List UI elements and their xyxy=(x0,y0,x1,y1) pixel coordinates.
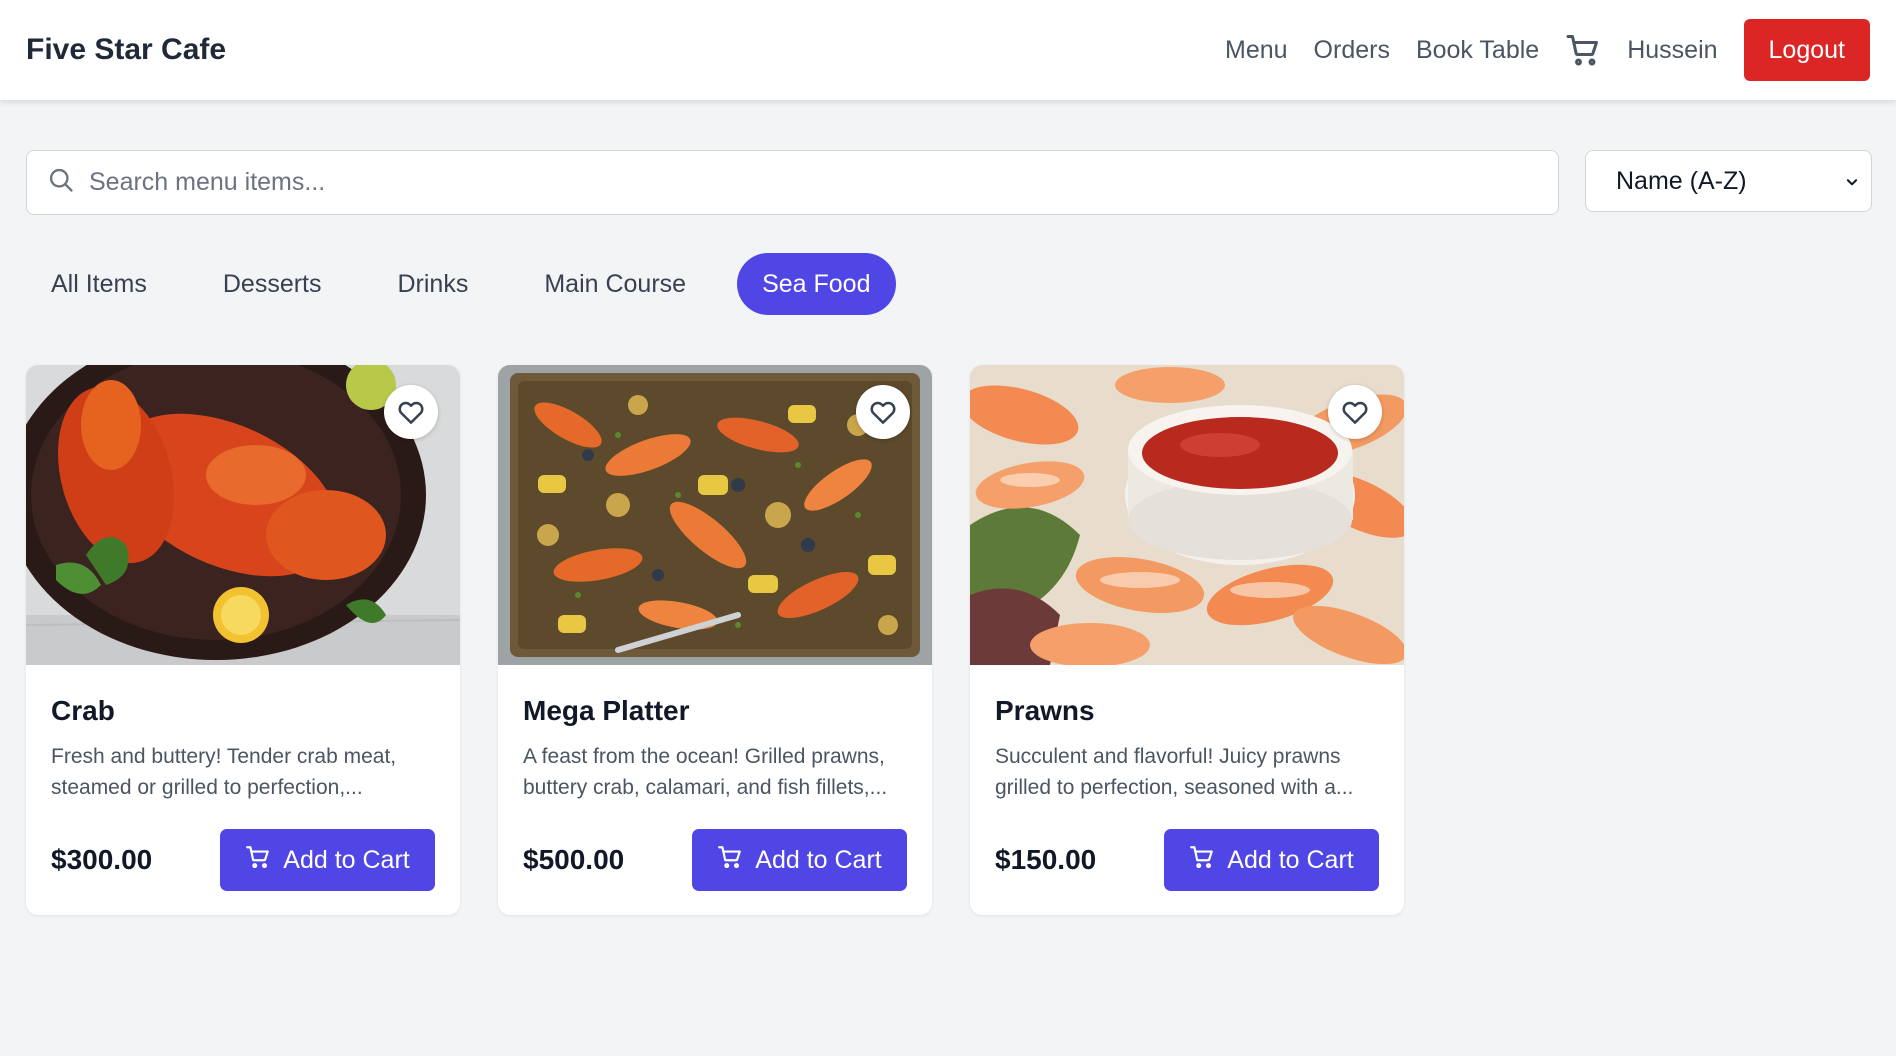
item-name: Mega Platter xyxy=(523,695,690,726)
search-icon xyxy=(47,166,75,199)
brand-logo[interactable]: Five Star Cafe xyxy=(26,33,226,67)
add-to-cart-button[interactable]: Add to Cart xyxy=(1164,829,1379,891)
lobster-photo xyxy=(26,365,460,665)
add-to-cart-button[interactable]: Add to Cart xyxy=(220,829,435,891)
seafood-platter-photo xyxy=(498,365,932,665)
nav-links: Menu Orders Book Table Hussein Logout xyxy=(1225,19,1870,81)
user-name[interactable]: Hussein xyxy=(1627,36,1717,65)
add-to-cart-label: Add to Cart xyxy=(755,845,882,874)
prawns-with-sauce-photo xyxy=(970,365,1404,665)
search-box[interactable] xyxy=(26,150,1559,215)
item-name: Crab xyxy=(51,695,115,726)
menu-grid: Crab Fresh and buttery! Tender crab meat… xyxy=(0,315,1896,915)
chevron-down-icon xyxy=(1845,167,1859,196)
search-input[interactable] xyxy=(89,168,1539,197)
item-price: $500.00 xyxy=(523,844,625,875)
cart-icon xyxy=(1189,844,1215,877)
item-description: Succulent and flavorful! Juicy prawns gr… xyxy=(995,745,1354,799)
add-to-cart-label: Add to Cart xyxy=(1227,845,1354,874)
sort-selected-value: Name (A-Z) xyxy=(1616,166,1747,195)
tab-drinks[interactable]: Drinks xyxy=(373,253,494,315)
item-price: $150.00 xyxy=(995,844,1097,875)
add-to-cart-label: Add to Cart xyxy=(283,845,410,874)
add-to-cart-button[interactable]: Add to Cart xyxy=(692,829,907,891)
tab-all-items[interactable]: All Items xyxy=(26,253,172,315)
nav-link-book-table[interactable]: Book Table xyxy=(1416,36,1539,65)
category-tabs: All Items Desserts Drinks Main Course Se… xyxy=(0,215,1896,315)
favorite-heart-icon[interactable] xyxy=(384,385,438,439)
item-name: Prawns xyxy=(995,695,1095,726)
menu-controls: Name (A-Z) xyxy=(0,100,1896,215)
favorite-heart-icon[interactable] xyxy=(856,385,910,439)
favorite-heart-icon[interactable] xyxy=(1328,385,1382,439)
tab-main-course[interactable]: Main Course xyxy=(519,253,711,315)
menu-card: Prawns Succulent and flavorful! Juicy pr… xyxy=(970,365,1404,915)
item-price: $300.00 xyxy=(51,844,153,875)
menu-card: Mega Platter A feast from the ocean! Gri… xyxy=(498,365,932,915)
cart-icon xyxy=(717,844,743,877)
menu-card: Crab Fresh and buttery! Tender crab meat… xyxy=(26,365,460,915)
nav-link-orders[interactable]: Orders xyxy=(1314,36,1390,65)
tab-desserts[interactable]: Desserts xyxy=(198,253,347,315)
item-description: Fresh and buttery! Tender crab meat, ste… xyxy=(51,745,397,799)
cart-icon xyxy=(245,844,271,877)
logout-button[interactable]: Logout xyxy=(1743,19,1870,81)
tab-sea-food[interactable]: Sea Food xyxy=(737,253,896,315)
top-navbar: Five Star Cafe Menu Orders Book Table Hu… xyxy=(0,0,1896,100)
sort-select[interactable]: Name (A-Z) xyxy=(1585,150,1872,212)
item-description: A feast from the ocean! Grilled prawns, … xyxy=(523,745,888,799)
nav-link-menu[interactable]: Menu xyxy=(1225,36,1288,65)
cart-icon[interactable] xyxy=(1565,32,1601,68)
